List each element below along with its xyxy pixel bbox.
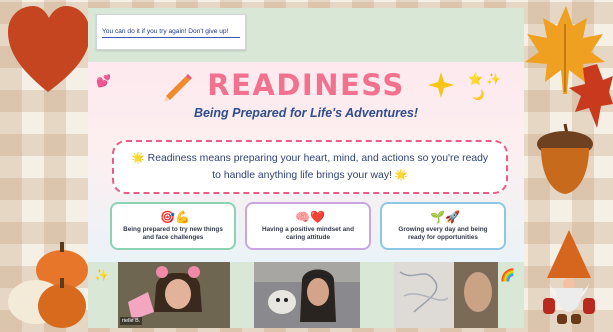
acorn-icon — [537, 123, 593, 194]
trait-card-growing: 🌱🚀 Growing every day and being ready for… — [380, 202, 506, 250]
participant-video-tile[interactable] — [254, 262, 360, 328]
moon-icon: 🌙 — [472, 90, 485, 101]
brain-heart-icon: 🧠❤️ — [295, 210, 325, 224]
seedling-rocket-icon: 🌱🚀 — [430, 210, 460, 224]
target-muscle-icon: 🎯💪 — [160, 210, 190, 224]
readiness-panel: 💕 READINESS ⭐ ✨ 🌙 Being Prepared for Lif… — [88, 62, 524, 262]
encouragement-note: You can do it if you try again! Don't gi… — [96, 14, 246, 50]
pumpkins-icon — [8, 242, 88, 328]
heart-decoration-icon — [8, 6, 90, 92]
definition-line-2: to handle anything life brings your way!… — [212, 170, 408, 181]
card-text-line: and face challenges — [142, 234, 204, 241]
card-text-line: Being prepared to try new things — [123, 226, 223, 233]
trait-card-try-new-things: 🎯💪 Being prepared to try new things and … — [110, 202, 236, 250]
gnome-icon — [543, 230, 595, 324]
card-text-line: caring attitude — [285, 234, 331, 241]
page-title: READINESS — [207, 68, 405, 102]
card-text-line: ready for opportunities — [408, 234, 478, 241]
page-subtitle: Being Prepared for Life's Adventures! — [193, 106, 419, 120]
participant-video-feed — [254, 262, 360, 328]
rainbow-icon: 🌈 — [500, 268, 515, 282]
sparkle-icon — [428, 72, 454, 98]
participant-video-feed — [394, 262, 498, 328]
video-participants: ✨ rielle B. 🌈 — [88, 262, 524, 328]
sparkles-icon: ✨ — [486, 72, 501, 86]
participant-name: rielle B. — [120, 317, 143, 325]
participant-video-tile[interactable] — [394, 262, 498, 328]
star-icon: ⭐ — [468, 72, 483, 86]
definition-line-1: 🌟 Readiness means preparing your heart, … — [131, 153, 489, 164]
sparkle-icon: ✨ — [94, 268, 109, 282]
trait-card-positive-mindset: 🧠❤️ Having a positive mindset and caring… — [245, 202, 371, 250]
presentation-slide: You can do it if you try again! Don't gi… — [88, 8, 524, 328]
slide-top-bar: You can do it if you try again! Don't gi… — [88, 8, 524, 62]
definition-box: 🌟 Readiness means preparing your heart, … — [112, 140, 508, 194]
trait-cards: 🎯💪 Being prepared to try new things and … — [110, 202, 506, 262]
card-text-line: Having a positive mindset and — [262, 226, 354, 233]
participant-video-tile[interactable]: rielle B. — [118, 262, 230, 328]
card-text-line: Growing every day and being — [398, 226, 488, 233]
